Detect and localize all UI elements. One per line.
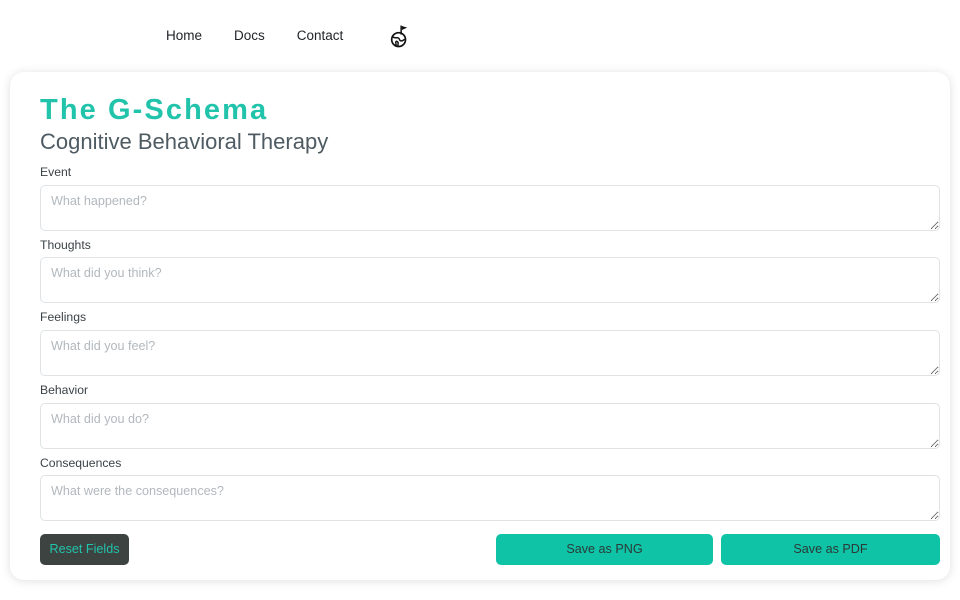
field-label-thoughts: Thoughts [40,237,91,252]
field-consequences: Consequences [40,455,940,522]
save-as-pdf-button[interactable]: Save as PDF [721,534,940,566]
thoughts-input[interactable] [40,257,940,304]
page-subtitle: Cognitive Behavioral Therapy [40,129,329,155]
field-feelings: Feelings [40,310,940,376]
main-card: The G-Schema Cognitive Behavioral Therap… [10,72,950,580]
field-label-behavior: Behavior [40,382,89,397]
nav-link-docs[interactable]: Docs [218,29,281,43]
page-title: The G-Schema [40,94,269,126]
field-behavior: Behavior [40,382,940,449]
field-label-event: Event [40,164,72,179]
event-input[interactable] [40,184,940,231]
cbt-form: Event Thoughts Feelings Behavior Consequ… [40,164,940,566]
feelings-input[interactable] [40,329,940,376]
nav-link-home[interactable]: Home [150,29,218,43]
top-navbar: Home Docs Contact [0,0,960,72]
reset-fields-button[interactable]: Reset Fields [40,534,129,566]
field-thoughts: Thoughts [40,237,940,304]
consequences-input[interactable] [40,475,940,522]
field-label-consequences: Consequences [40,455,122,470]
behavior-input[interactable] [40,402,940,449]
field-label-feelings: Feelings [40,310,87,325]
action-bar: Reset Fields Save as PNG Save as PDF [40,534,940,566]
nav-links: Home Docs Contact [150,24,411,48]
save-as-png-button[interactable]: Save as PNG [496,534,713,566]
nav-link-contact[interactable]: Contact [281,29,360,43]
language-globe-flag-icon[interactable] [389,24,411,48]
field-event: Event [40,164,940,231]
